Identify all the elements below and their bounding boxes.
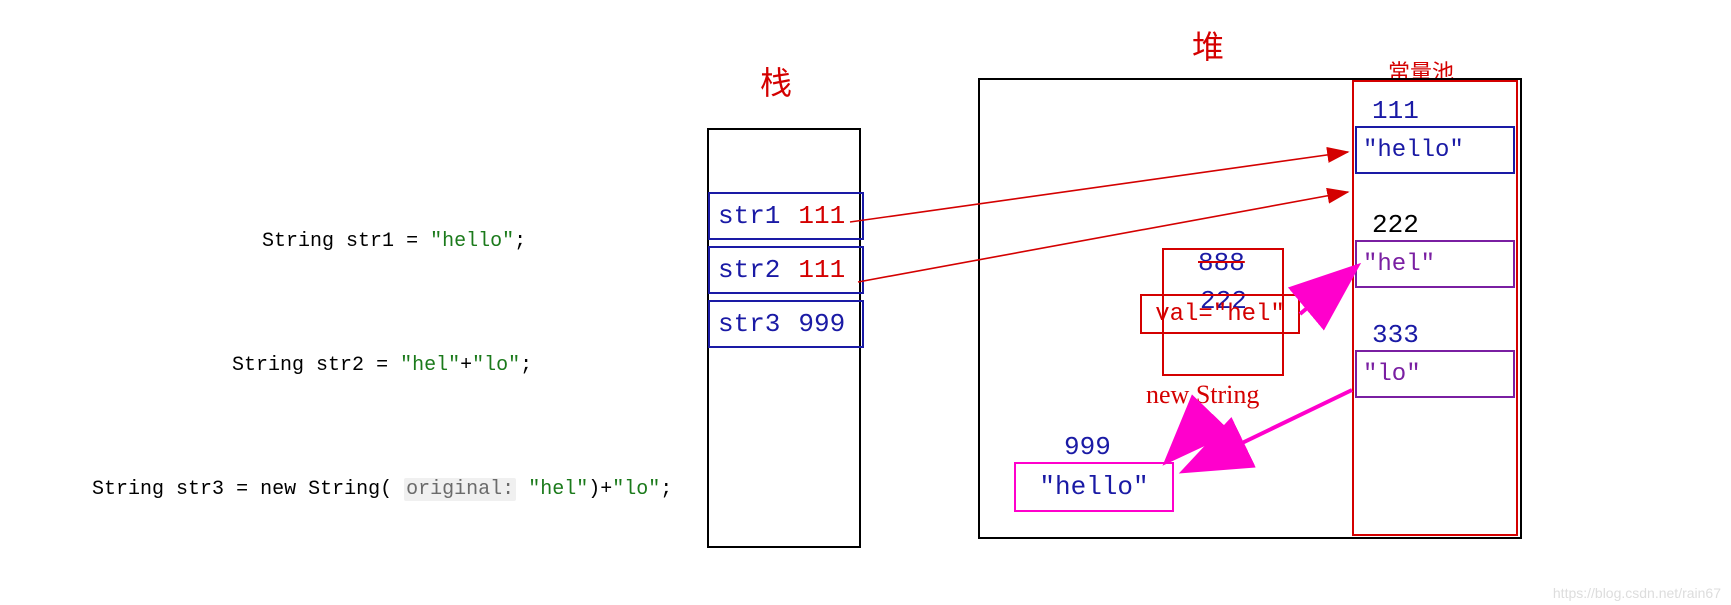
var-name: str1 [718, 201, 780, 231]
string-literal: "hel" [400, 354, 460, 377]
pool-value: "hello" [1363, 137, 1464, 164]
pool-entry-hel: "hel" [1355, 240, 1515, 288]
string-literal: "hel" [528, 478, 588, 501]
sb-value: "hello" [1039, 472, 1148, 502]
obj-addr-888: 888 [1198, 248, 1245, 278]
heap-header: 堆 [1192, 22, 1224, 68]
semicolon: ; [514, 230, 526, 253]
pool-entry-lo: "lo" [1355, 350, 1515, 398]
var: str3 [176, 478, 224, 501]
paren-open: ( [380, 478, 404, 501]
obj-val-row: val="hel" [1140, 294, 1300, 334]
type: String [262, 230, 334, 253]
var: str2 [316, 354, 364, 377]
addr: 999 [798, 309, 845, 339]
string-literal: "hello" [430, 230, 514, 253]
string-literal: "lo" [612, 478, 660, 501]
param-hint: original: [404, 478, 516, 501]
var-name: str2 [718, 255, 780, 285]
stack-row-str2: str2 111 [708, 246, 864, 294]
plus: + [460, 354, 472, 377]
pool-value: "hel" [1363, 251, 1435, 278]
pool-value: "lo" [1363, 361, 1421, 388]
semicolon: ; [520, 354, 532, 377]
plus: + [600, 478, 612, 501]
pool-entry-hello: "hello" [1355, 126, 1515, 174]
sb-result-box: "hello" [1014, 462, 1174, 512]
sb-addr-999: 999 [1064, 432, 1111, 462]
stack-row-str1: str1 111 [708, 192, 864, 240]
type: String [92, 478, 164, 501]
eq: = [394, 230, 430, 253]
watermark: https://blog.csdn.net/rain67 [1553, 585, 1721, 601]
addr: 111 [798, 255, 845, 285]
diagram-root: String str1 = "hello"; String str2 = "he… [0, 0, 1731, 605]
stack-row-str3: str3 999 [708, 300, 864, 348]
var-name: str3 [718, 309, 780, 339]
var: str1 [346, 230, 394, 253]
eq: = [224, 478, 260, 501]
new-keyword: new [260, 478, 296, 501]
code-line-3: String str3 = new String( original: "hel… [0, 448, 560, 532]
pool-addr-333: 333 [1372, 320, 1419, 350]
pool-addr-111: 111 [1372, 96, 1419, 126]
type: String [232, 354, 304, 377]
constant-pool-box: 111 "hello" 222 "hel" 333 "lo" [1352, 80, 1518, 536]
pool-addr-222: 222 [1372, 210, 1419, 240]
stack-box: str1 111 str2 111 str3 999 [707, 128, 861, 548]
string-literal: "lo" [472, 354, 520, 377]
code-area: String str1 = "hello"; String str2 = "he… [0, 200, 560, 572]
stack-header: 栈 [760, 58, 792, 104]
class: String [308, 478, 380, 501]
code-line-1: String str1 = "hello"; [0, 200, 560, 284]
new-string-label: new String [1146, 380, 1259, 410]
space [516, 478, 528, 501]
paren-close: ) [588, 478, 600, 501]
eq: = [364, 354, 400, 377]
semicolon: ; [660, 478, 672, 501]
addr: 111 [798, 201, 845, 231]
code-line-2: String str2 = "hel"+"lo"; [0, 324, 560, 408]
